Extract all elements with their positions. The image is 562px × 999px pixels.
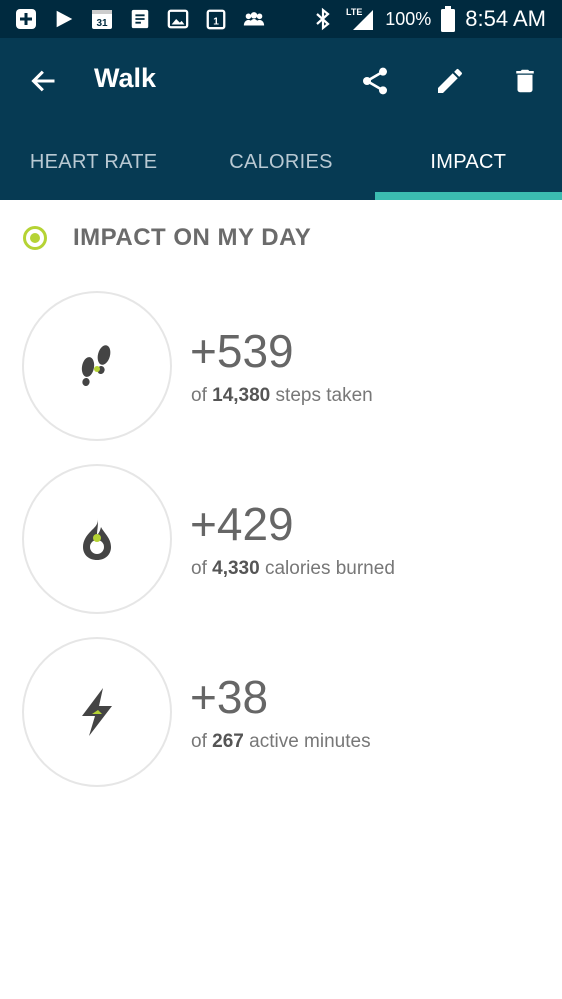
tab-label: CALORIES: [229, 150, 333, 173]
calories-badge: [22, 464, 172, 614]
tab-impact[interactable]: IMPACT: [374, 124, 562, 200]
active-tab-indicator: [374, 192, 562, 200]
calendar-day-icon: 1: [204, 7, 228, 31]
steps-prefix: of: [191, 385, 207, 406]
svg-text:31: 31: [96, 18, 108, 29]
back-button[interactable]: [22, 59, 66, 103]
add-notification-icon: [14, 7, 38, 31]
active-minutes-prefix: of: [191, 731, 207, 752]
steps-badge: [22, 291, 172, 441]
target-ring-icon: [22, 225, 48, 251]
steps-delta: +539: [190, 325, 294, 377]
svg-text:1: 1: [213, 17, 219, 28]
delete-button[interactable]: [503, 59, 547, 103]
lte-label: LTE: [346, 7, 362, 17]
calories-summary: of 4,330 calories burned: [191, 558, 395, 580]
flame-icon: [83, 518, 111, 560]
tab-calories[interactable]: CALORIES: [187, 124, 374, 200]
section-header: IMPACT ON MY DAY: [22, 224, 311, 252]
tab-label: HEART RATE: [29, 150, 158, 173]
impact-row-active-minutes: +38 of 267 active minutes: [22, 637, 542, 789]
edit-button[interactable]: [428, 59, 472, 103]
calories-prefix: of: [191, 558, 207, 579]
calories-delta: +429: [190, 498, 294, 550]
calories-total: 4,330: [212, 558, 260, 579]
gallery-icon: [166, 7, 190, 31]
clock: 8:54 AM: [465, 6, 546, 31]
active-minutes-summary: of 267 active minutes: [191, 731, 371, 753]
battery-icon: [441, 6, 456, 32]
delete-trash-icon: [516, 69, 534, 93]
section-title: IMPACT ON MY DAY: [73, 224, 312, 251]
steps-summary: of 14,380 steps taken: [191, 385, 373, 407]
active-minutes-delta: +38: [190, 671, 269, 723]
tab-bar: HEART RATE CALORIES IMPACT: [0, 124, 562, 200]
notes-icon: [128, 7, 152, 31]
impact-row-calories: +429 of 4,330 calories burned: [22, 464, 542, 616]
bluetooth-icon: [311, 7, 335, 31]
status-bar: 31 1 LTE 100% 8:54 AM: [0, 0, 562, 38]
calendar-icon: 31: [90, 7, 114, 31]
play-store-icon: [52, 7, 76, 31]
tab-heart-rate[interactable]: HEART RATE: [0, 124, 187, 200]
footsteps-icon: [81, 345, 111, 386]
battery-percent: 100%: [385, 8, 432, 29]
share-button[interactable]: [353, 59, 397, 103]
lte-signal-icon: LTE: [345, 7, 375, 31]
contacts-icon: [242, 7, 266, 31]
active-minutes-suffix: active minutes: [249, 731, 371, 752]
active-minutes-total: 267: [212, 731, 244, 752]
share-icon: [363, 67, 387, 95]
app-bar: Walk: [0, 38, 562, 124]
impact-row-steps: +539 of 14,380 steps taken: [22, 291, 542, 443]
steps-total: 14,380: [212, 385, 271, 406]
lightning-bolt-icon: [82, 688, 112, 736]
back-arrow-icon: [31, 70, 55, 92]
edit-pencil-icon: [438, 68, 462, 93]
active-minutes-badge: [22, 637, 172, 787]
page-title: Walk: [94, 63, 157, 93]
tab-label: IMPACT: [430, 150, 507, 173]
calories-suffix: calories burned: [264, 558, 395, 579]
steps-suffix: steps taken: [275, 385, 373, 406]
